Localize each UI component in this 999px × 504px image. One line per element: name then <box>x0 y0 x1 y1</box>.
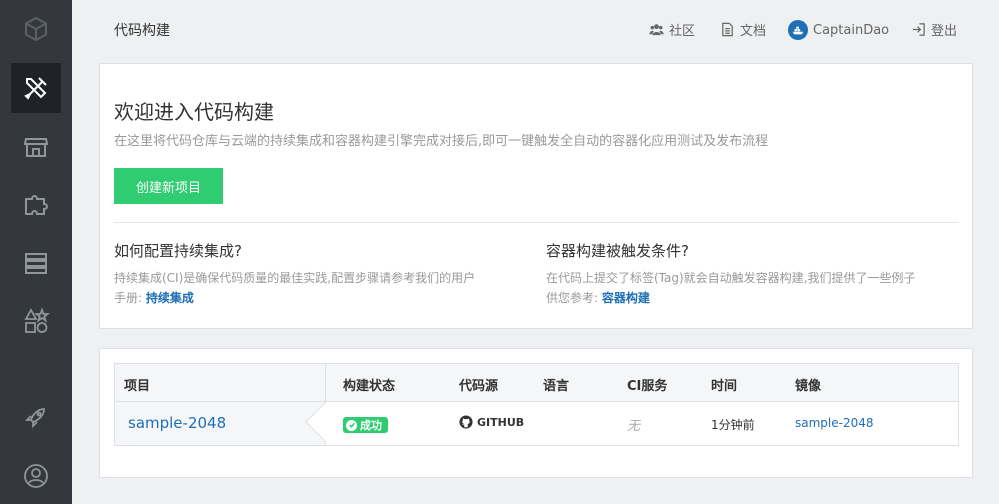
header-language: 语言 <box>543 379 570 394</box>
logout-button[interactable]: 登出 <box>911 20 957 39</box>
welcome-panel: 欢迎进入代码构建 在这里将代码仓库与云端的持续集成和容器构建引擎完成对接后,即可… <box>99 63 973 329</box>
nav-docs-label: 文档 <box>740 24 767 39</box>
nav-community-label: 社区 <box>669 24 696 39</box>
username: CaptainDao <box>813 22 890 38</box>
faq-container-title: 容器构建被触发条件? <box>546 242 689 260</box>
server-icon <box>25 253 47 274</box>
nav-community[interactable]: 社区 <box>649 20 695 39</box>
avatar-icon <box>792 26 804 35</box>
top-bar: 代码构建 社区 文档 CaptainDao 登出 <box>72 0 999 60</box>
time-cell: 1分钟前 <box>711 418 755 432</box>
page-title: 代码构建 <box>114 23 170 39</box>
header-project: 项目 <box>124 379 151 394</box>
store-icon <box>23 138 49 157</box>
project-link[interactable]: sample-2048 <box>128 414 226 432</box>
source-label: GITHUB <box>477 415 525 429</box>
status-badge: 成功 <box>343 417 388 433</box>
projects-panel: 项目 构建状态 代码源 语言 CI服务 时间 镜像 sample-2048 成功… <box>99 348 973 478</box>
divider <box>114 222 959 223</box>
header-image: 镜像 <box>795 379 822 394</box>
puzzle-icon <box>25 195 48 215</box>
nav-docs[interactable]: 文档 <box>720 20 766 39</box>
github-icon <box>459 415 473 429</box>
tools-icon <box>24 77 47 100</box>
sidebar-item-store[interactable] <box>11 122 61 172</box>
shapes-icon <box>24 307 50 333</box>
faq-ci-body: 持续集成(CI)是确保代码质量的最佳实践,配置步骤请参考我们的用户 手册: 持续… <box>114 268 524 308</box>
logout-icon <box>912 23 925 36</box>
rocket-icon <box>24 408 45 429</box>
table-header: 项目 构建状态 代码源 语言 CI服务 时间 镜像 <box>115 364 958 402</box>
header-source: 代码源 <box>459 379 499 394</box>
status-badge-label: 成功 <box>360 419 382 432</box>
nav-user-profile[interactable]: CaptainDao <box>788 20 889 40</box>
faq-container-text: 在代码上提交了标签(Tag)就会自动触发容器构建,我们提供了一些例子 <box>546 271 916 285</box>
avatar <box>788 20 808 40</box>
header-ci-service: CI服务 <box>627 379 668 394</box>
check-circle-icon <box>346 419 357 431</box>
sidebar-item-hosts[interactable] <box>11 238 61 288</box>
sidebar-item-deploy[interactable] <box>11 392 61 442</box>
logo-icon[interactable] <box>11 4 61 54</box>
welcome-title: 欢迎进入代码构建 <box>114 100 274 124</box>
sidebar-item-apps[interactable] <box>11 296 61 346</box>
faq-container-body: 在代码上提交了标签(Tag)就会自动触发容器构建,我们提供了一些例子 供您参考:… <box>546 268 956 308</box>
source-cell: GITHUB <box>459 415 524 429</box>
welcome-subtitle: 在这里将代码仓库与云端的持续集成和容器构建引擎完成对接后,即可一键触发全自动的容… <box>114 134 769 149</box>
projects-table: 项目 构建状态 代码源 语言 CI服务 时间 镜像 sample-2048 成功… <box>114 363 959 446</box>
users-icon <box>649 24 664 36</box>
ci-service-cell: 无 <box>627 419 641 434</box>
header-time: 时间 <box>711 379 738 394</box>
create-project-button[interactable]: 创建新项目 <box>114 168 223 204</box>
sidebar-item-account[interactable] <box>11 451 61 501</box>
image-link[interactable]: sample-2048 <box>795 416 874 430</box>
container-docs-link[interactable]: 容器构建 <box>602 291 650 305</box>
document-icon <box>722 22 733 37</box>
sidebar-item-plugins[interactable] <box>11 180 61 230</box>
sidebar-item-code-build[interactable] <box>11 63 61 113</box>
user-circle-icon <box>24 464 48 488</box>
faq-ci-text-2: 手册: <box>114 291 143 305</box>
ci-docs-link[interactable]: 持续集成 <box>146 291 194 305</box>
faq-container-text-2: 供您参考: <box>546 291 599 305</box>
sidebar <box>0 0 72 504</box>
faq-ci-text: 持续集成(CI)是确保代码质量的最佳实践,配置步骤请参考我们的用户 <box>114 271 476 285</box>
header-build-status: 构建状态 <box>343 379 396 394</box>
faq-ci-title: 如何配置持续集成? <box>114 242 242 260</box>
logout-label: 登出 <box>931 24 958 39</box>
